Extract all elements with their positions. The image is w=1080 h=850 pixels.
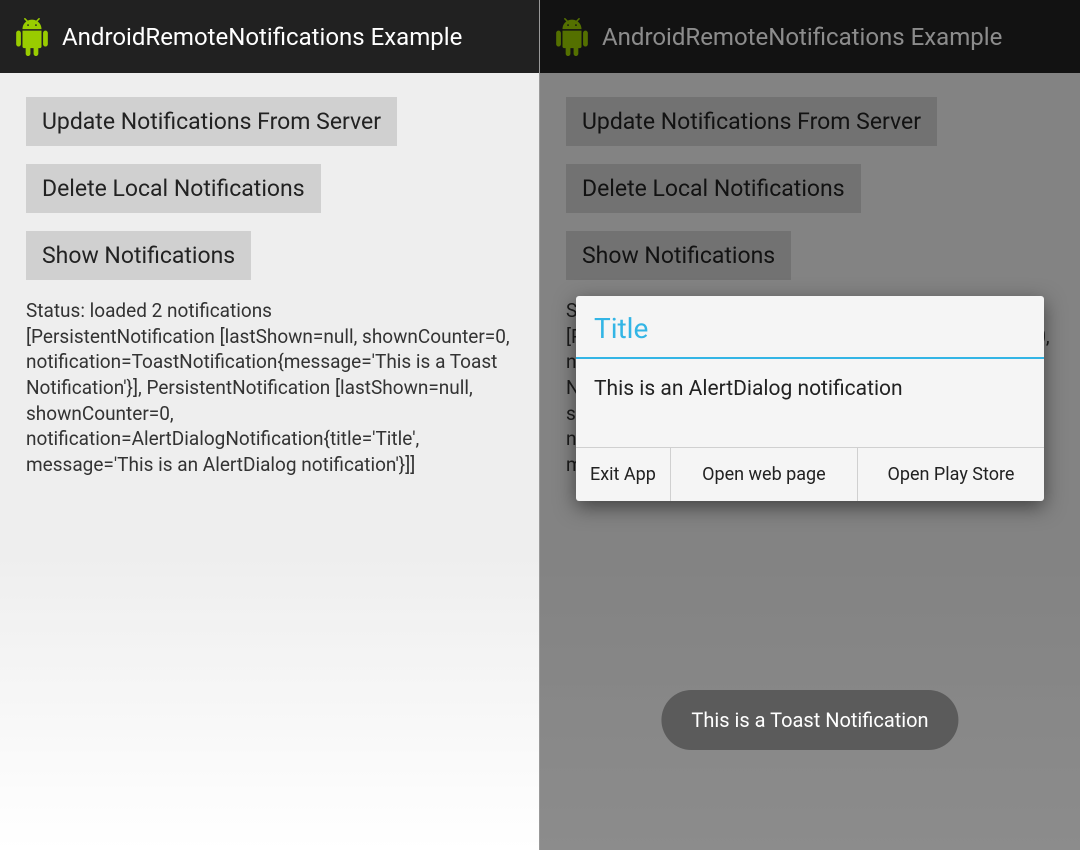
app-title: AndroidRemoteNotifications Example	[62, 23, 462, 51]
open-web-page-button[interactable]: Open web page	[671, 448, 858, 501]
screen-left: AndroidRemoteNotifications Example Updat…	[0, 0, 540, 850]
update-notifications-button[interactable]: Update Notifications From Server	[566, 97, 937, 146]
action-bar: AndroidRemoteNotifications Example	[540, 0, 1080, 73]
toast-notification: This is a Toast Notification	[661, 690, 958, 750]
dialog-message: This is an AlertDialog notification	[576, 359, 1044, 447]
show-notifications-button[interactable]: Show Notifications	[26, 231, 251, 280]
content-area: Update Notifications From Server Delete …	[0, 73, 539, 501]
action-bar: AndroidRemoteNotifications Example	[0, 0, 539, 73]
exit-app-button[interactable]: Exit App	[576, 448, 671, 501]
delete-notifications-button[interactable]: Delete Local Notifications	[566, 164, 861, 213]
delete-notifications-button[interactable]: Delete Local Notifications	[26, 164, 321, 213]
status-line-1: Status: loaded 2 notifications	[26, 298, 513, 324]
screen-right: AndroidRemoteNotifications Example Updat…	[540, 0, 1080, 850]
android-icon	[12, 17, 52, 57]
update-notifications-button[interactable]: Update Notifications From Server	[26, 97, 397, 146]
alert-dialog: Title This is an AlertDialog notificatio…	[576, 296, 1044, 501]
status-line-2: [PersistentNotification [lastShown=null,…	[26, 324, 513, 478]
show-notifications-button[interactable]: Show Notifications	[566, 231, 791, 280]
android-icon	[552, 17, 592, 57]
dialog-button-bar: Exit App Open web page Open Play Store	[576, 447, 1044, 501]
dialog-title: Title	[576, 296, 1044, 357]
app-title: AndroidRemoteNotifications Example	[602, 23, 1002, 51]
status-text: Status: loaded 2 notifications [Persiste…	[26, 298, 513, 477]
open-play-store-button[interactable]: Open Play Store	[858, 448, 1044, 501]
